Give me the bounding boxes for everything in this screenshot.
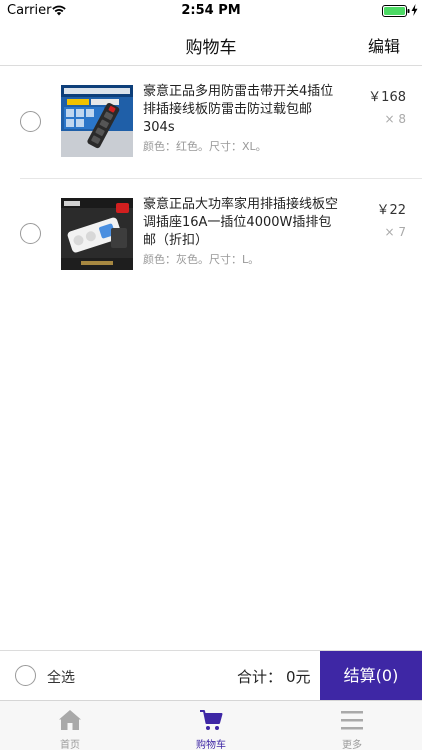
item-spec: 颜色：灰色。尺寸：L。 [143, 253, 260, 266]
item-price: ￥22 [376, 203, 406, 218]
tab-bar: 首页 购物车 更多 [0, 700, 422, 750]
status-bar: Carrier 2:54 PM [0, 0, 422, 22]
item-title[interactable]: 豪意正品多用防雷击带开关4插位排插接线板防雷击防过载包邮304s [143, 83, 341, 137]
cart-icon [200, 710, 223, 730]
item-title[interactable]: 豪意正品大功率家用排插接线板空调插座16A一插位4000W插排包邮（折扣） [143, 196, 341, 250]
tab-label: 更多 [342, 740, 362, 750]
item-quantity: × 7 [384, 225, 406, 239]
select-all-label[interactable]: 全选 [47, 667, 75, 687]
page-title: 购物车 [185, 38, 237, 58]
menu-icon [341, 711, 363, 730]
item-price: ￥168 [368, 90, 406, 105]
power-strip-blue-product-image [61, 85, 133, 157]
total-label: 合计： [237, 668, 283, 686]
edit-button[interactable]: 编辑 [368, 33, 400, 57]
cart-list: 豪意正品多用防雷击带开关4插位排插接线板防雷击防过载包邮304s 颜色：红色。尺… [0, 66, 422, 290]
checkout-bar: 全选 合计： 0元 结算(0) [0, 650, 422, 701]
tab-cart[interactable]: 购物车 [141, 701, 281, 750]
navigation-bar: 购物车 编辑 [0, 22, 422, 66]
item-select-checkbox[interactable] [20, 111, 41, 132]
tab-label: 首页 [60, 740, 80, 750]
battery-icon [382, 5, 410, 17]
tab-more[interactable]: 更多 [282, 701, 422, 750]
charging-bolt-icon [411, 4, 418, 16]
select-all-checkbox[interactable] [15, 665, 36, 686]
total-value: 0元 [286, 668, 311, 686]
checkout-button[interactable]: 结算(0) [320, 651, 422, 701]
item-select-checkbox[interactable] [20, 223, 41, 244]
cart-item[interactable]: 豪意正品多用防雷击带开关4插位排插接线板防雷击防过载包邮304s 颜色：红色。尺… [0, 66, 422, 178]
cart-item[interactable]: 豪意正品大功率家用排插接线板空调插座16A一插位4000W插排包邮（折扣） 颜色… [20, 178, 422, 290]
tab-home[interactable]: 首页 [0, 701, 140, 750]
item-spec: 颜色：红色。尺寸：XL。 [143, 140, 267, 153]
item-quantity: × 8 [384, 112, 406, 126]
home-icon [59, 710, 81, 730]
clock-time: 2:54 PM [181, 3, 241, 18]
power-strip-dark-product-image [61, 198, 133, 270]
tab-label: 购物车 [196, 740, 226, 750]
